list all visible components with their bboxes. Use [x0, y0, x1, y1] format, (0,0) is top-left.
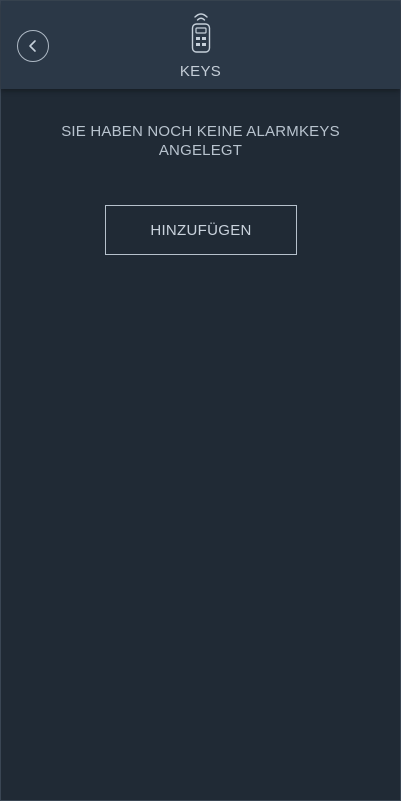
keys-screen: KEYS SIE HABEN NOCH KEINE ALARMKEYS ANGE…	[0, 0, 401, 801]
add-button-label: HINZUFÜGEN	[150, 221, 252, 239]
remote-key-icon	[191, 13, 211, 53]
add-button[interactable]: HINZUFÜGEN	[105, 205, 297, 255]
empty-state-message: SIE HABEN NOCH KEINE ALARMKEYS ANGELEGT	[61, 123, 340, 159]
chevron-left-icon	[29, 40, 36, 52]
back-button[interactable]	[17, 30, 49, 62]
header-bar: KEYS	[1, 1, 400, 89]
page-title: KEYS	[179, 63, 222, 80]
